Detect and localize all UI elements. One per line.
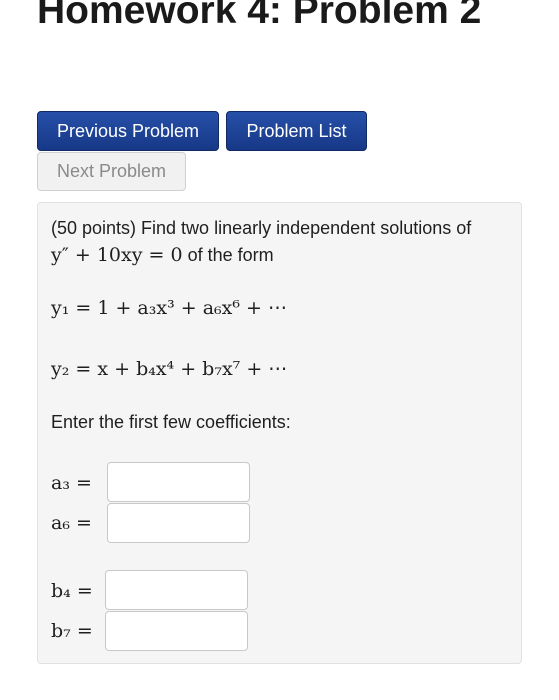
problem-equation-line: y″ + 10xy = 0 of the form — [51, 244, 274, 266]
b7-answer-input[interactable] — [105, 611, 248, 651]
b4-answer-input[interactable] — [105, 570, 248, 610]
b4-label: b₄ = — [51, 580, 93, 602]
problem-list-button[interactable]: Problem List — [226, 111, 367, 151]
a6-label: a₆ = — [51, 512, 92, 534]
next-problem-button: Next Problem — [37, 152, 186, 191]
problem-intro-text: (50 points) Find two linearly independen… — [51, 218, 472, 238]
differential-equation: y″ + 10xy = 0 — [51, 244, 183, 266]
b7-label: b₇ = — [51, 620, 93, 642]
page-title: Homework 4: Problem 2 — [37, 0, 482, 32]
a6-answer-input[interactable] — [107, 503, 250, 543]
previous-problem-button[interactable]: Previous Problem — [37, 111, 219, 151]
problem-intro-suffix: of the form — [187, 245, 274, 265]
y2-series-expression: y₂ = x + b₄x⁴ + b₇x⁷ + ⋯ — [51, 358, 288, 380]
a3-answer-input[interactable] — [107, 462, 250, 502]
a3-label: a₃ = — [51, 472, 92, 494]
y1-series-expression: y₁ = 1 + a₃x³ + a₆x⁶ + ⋯ — [51, 297, 287, 319]
coefficients-prompt: Enter the first few coefficients: — [51, 412, 291, 432]
